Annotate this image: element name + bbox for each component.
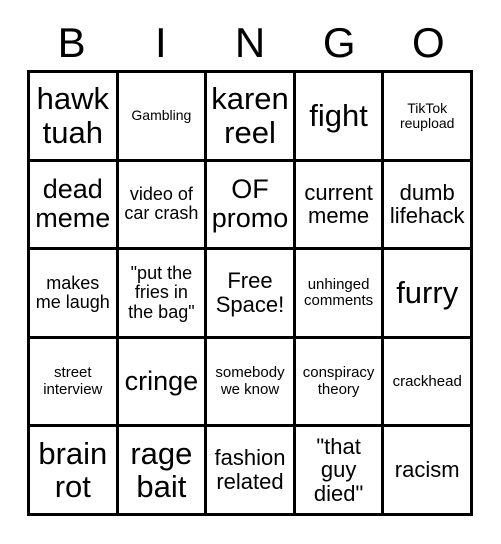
bingo-cell[interactable]: rage bait [118,427,208,516]
bingo-cell[interactable]: unhinged comments [295,250,385,339]
bingo-cell-label: fight [309,98,368,134]
bingo-card: B I N G O hawk tuah Gambling karen reel fig… [0,0,501,544]
bingo-cell[interactable]: crackhead [384,338,473,428]
bingo-cell[interactable]: Free Space! [207,250,296,339]
header-letter-b: B [57,19,86,66]
bingo-cell[interactable]: fashion related [207,427,296,516]
bingo-cell[interactable]: karen reel [207,73,296,162]
bingo-cell-label: Gambling [131,107,192,124]
bingo-cell-label: brain rot [38,435,108,505]
bingo-cell-label: makes me laugh [35,272,110,312]
bingo-cell-label: crackhead [392,372,462,390]
bingo-cell-label: "that guy died" [313,433,364,507]
bingo-cell-label: OF promo [211,174,289,234]
bingo-cell[interactable]: conspiracy theory [295,338,385,428]
bingo-cell-label: conspiracy theory [302,364,375,398]
bingo-cell-label: fashion related [214,445,286,495]
bingo-cell-label: unhinged comments [304,275,374,309]
bingo-cell[interactable]: "that guy died" [295,427,385,516]
bingo-header: B I N G O [27,18,473,68]
bingo-grid: hawk tuah Gambling karen reel fight TikTok r… [27,70,473,516]
bingo-cell-label: TikTok reupload [399,99,455,131]
bingo-cell[interactable]: fight [295,73,385,162]
bingo-cell-label: furry [396,275,459,311]
bingo-cell[interactable]: furry [384,250,473,339]
bingo-cell[interactable]: brain rot [30,427,119,516]
bingo-cell-label: street interview [43,364,103,398]
bingo-cell[interactable]: Gambling [118,73,208,162]
bingo-cell[interactable]: current meme [295,161,385,251]
header-letter-g: G [322,19,356,66]
bingo-cell[interactable]: "put the fries in the bag" [118,250,208,339]
bingo-cell[interactable]: somebody we know [207,338,296,428]
bingo-cell-label: video of car crash [124,183,199,224]
bingo-cell-label: karen reel [211,81,289,150]
bingo-cell-label: racism [394,457,460,483]
bingo-cell[interactable]: dead meme [30,161,119,251]
header-letter-n: N [234,19,266,66]
header-letter-o: O [412,19,445,66]
bingo-cell-label: hawk tuah [36,81,109,150]
bingo-cell-label: current meme [304,179,373,229]
bingo-cell[interactable]: cringe [118,338,208,428]
bingo-cell[interactable]: racism [384,427,473,516]
bingo-cell-label: "put the fries in the bag" [128,262,195,322]
bingo-cell[interactable]: TikTok reupload [384,73,473,162]
bingo-cell-label: rage bait [130,435,193,505]
bingo-cell[interactable]: makes me laugh [30,250,119,339]
bingo-cell-label: dumb lifehack [389,179,465,229]
bingo-cell[interactable]: hawk tuah [30,73,119,162]
bingo-cell[interactable]: dumb lifehack [384,161,473,251]
bingo-cell[interactable]: street interview [30,338,119,428]
bingo-cell[interactable]: video of car crash [118,161,208,251]
bingo-cell-label: cringe [124,366,199,397]
header-letter-i: I [154,19,167,66]
bingo-cell-label: somebody we know [215,364,285,398]
bingo-cell-label: Free Space! [215,268,285,317]
bingo-cell[interactable]: OF promo [207,161,296,251]
bingo-cell-label: dead meme [35,174,111,234]
